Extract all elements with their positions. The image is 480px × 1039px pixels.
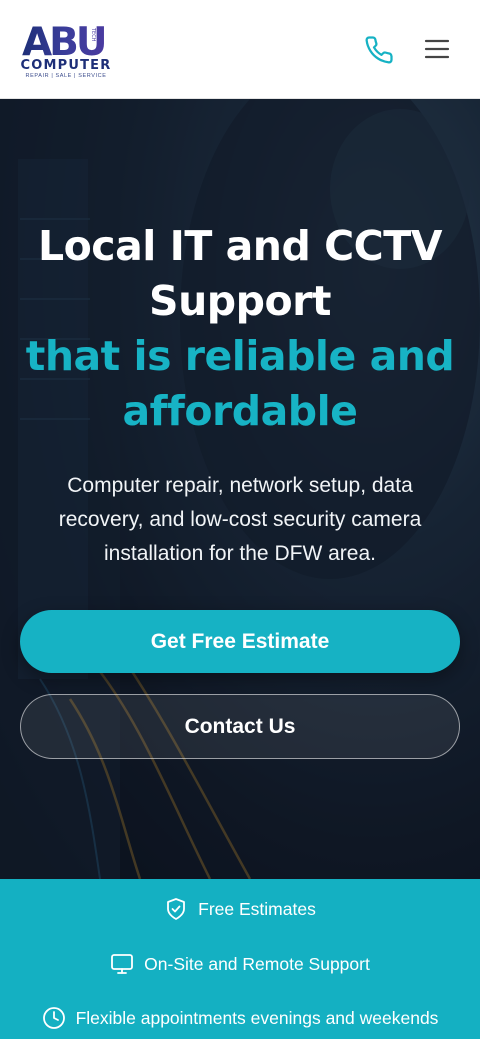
site-header: ABU TECH COMPUTER REPAIR | SALE | SERVIC… (0, 0, 480, 99)
monitor-icon (111, 954, 134, 974)
logo[interactable]: ABU TECH COMPUTER REPAIR | SALE | SERVIC… (20, 22, 112, 80)
logo-mark: ABU TECH (22, 22, 108, 58)
feature-item: Flexible appointments evenings and weeke… (0, 1006, 480, 1030)
hero-subtitle-line1: Computer repair, network setup, data (67, 474, 413, 497)
hero-title-line1: Local IT and CCTV (38, 222, 442, 270)
logo-wordmark: COMPUTER (20, 58, 112, 73)
hero-title-accent-line2: affordable (122, 387, 358, 435)
hero-subtitle: Computer repair, network setup, data rec… (24, 469, 456, 571)
features-bar: Free Estimates On-Site and Remote Suppor… (0, 879, 480, 1039)
feature-label: Flexible appointments evenings and weeke… (75, 1007, 439, 1028)
hero-title-line2: Support (149, 277, 331, 325)
logo-tagline: REPAIR | SALE | SERVICE (25, 73, 107, 79)
hero-subtitle-line2: recovery, and low-cost security camera (58, 508, 422, 531)
shield-check-icon (167, 898, 186, 920)
menu-button[interactable] (422, 34, 452, 64)
contact-us-button[interactable]: Contact Us (20, 694, 460, 759)
hamburger-menu-icon (424, 39, 450, 59)
logo-small-text: TECH (90, 27, 96, 42)
hero-subtitle-line3: installation for the DFW area. (104, 542, 376, 565)
hero-title-accent-line1: that is reliable and (25, 332, 455, 380)
feature-item: Free Estimates (0, 897, 480, 921)
get-free-estimate-button[interactable]: Get Free Estimate (20, 610, 460, 673)
hero-section: Local IT and CCTV Support that is reliab… (0, 99, 480, 879)
phone-button[interactable] (364, 35, 394, 65)
clock-icon (42, 1007, 65, 1029)
feature-label: On-Site and Remote Support (144, 953, 370, 974)
feature-label: Free Estimates (198, 898, 316, 919)
feature-item: On-Site and Remote Support (0, 952, 480, 976)
phone-icon (365, 36, 393, 64)
hero-title: Local IT and CCTV Support that is reliab… (0, 219, 480, 439)
